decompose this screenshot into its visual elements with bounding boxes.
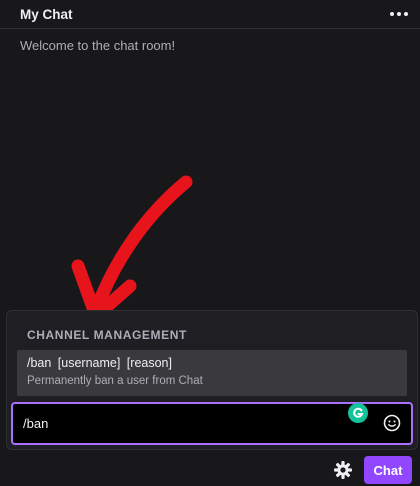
chat-title: My Chat [20, 6, 73, 22]
message-list: Welcome to the chat room! [0, 29, 420, 309]
more-options-icon[interactable] [388, 8, 410, 20]
emoji-smile-icon[interactable] [383, 414, 401, 432]
gear-icon[interactable] [333, 460, 353, 480]
chat-header: My Chat [0, 0, 420, 29]
welcome-message: Welcome to the chat room! [20, 38, 176, 53]
grammarly-glyph [353, 407, 364, 418]
more-dot [390, 12, 394, 16]
more-dot [404, 12, 408, 16]
chat-input[interactable] [23, 404, 343, 443]
grammarly-icon[interactable] [348, 403, 368, 423]
more-dot [397, 12, 401, 16]
send-chat-button[interactable]: Chat [364, 456, 412, 484]
chat-app: My Chat Welcome to the chat room! CHANNE… [0, 0, 420, 486]
suggestion-description: Permanently ban a user from Chat [27, 375, 203, 387]
chat-input-container [11, 402, 413, 445]
command-suggestion-ban[interactable]: /ban [username] [reason] Permanently ban… [17, 350, 407, 396]
chat-composer: CHANNEL MANAGEMENT /ban [username] [reas… [6, 310, 418, 450]
suggestion-command: /ban [username] [reason] [27, 356, 172, 370]
suggestion-section-title: CHANNEL MANAGEMENT [27, 328, 187, 342]
